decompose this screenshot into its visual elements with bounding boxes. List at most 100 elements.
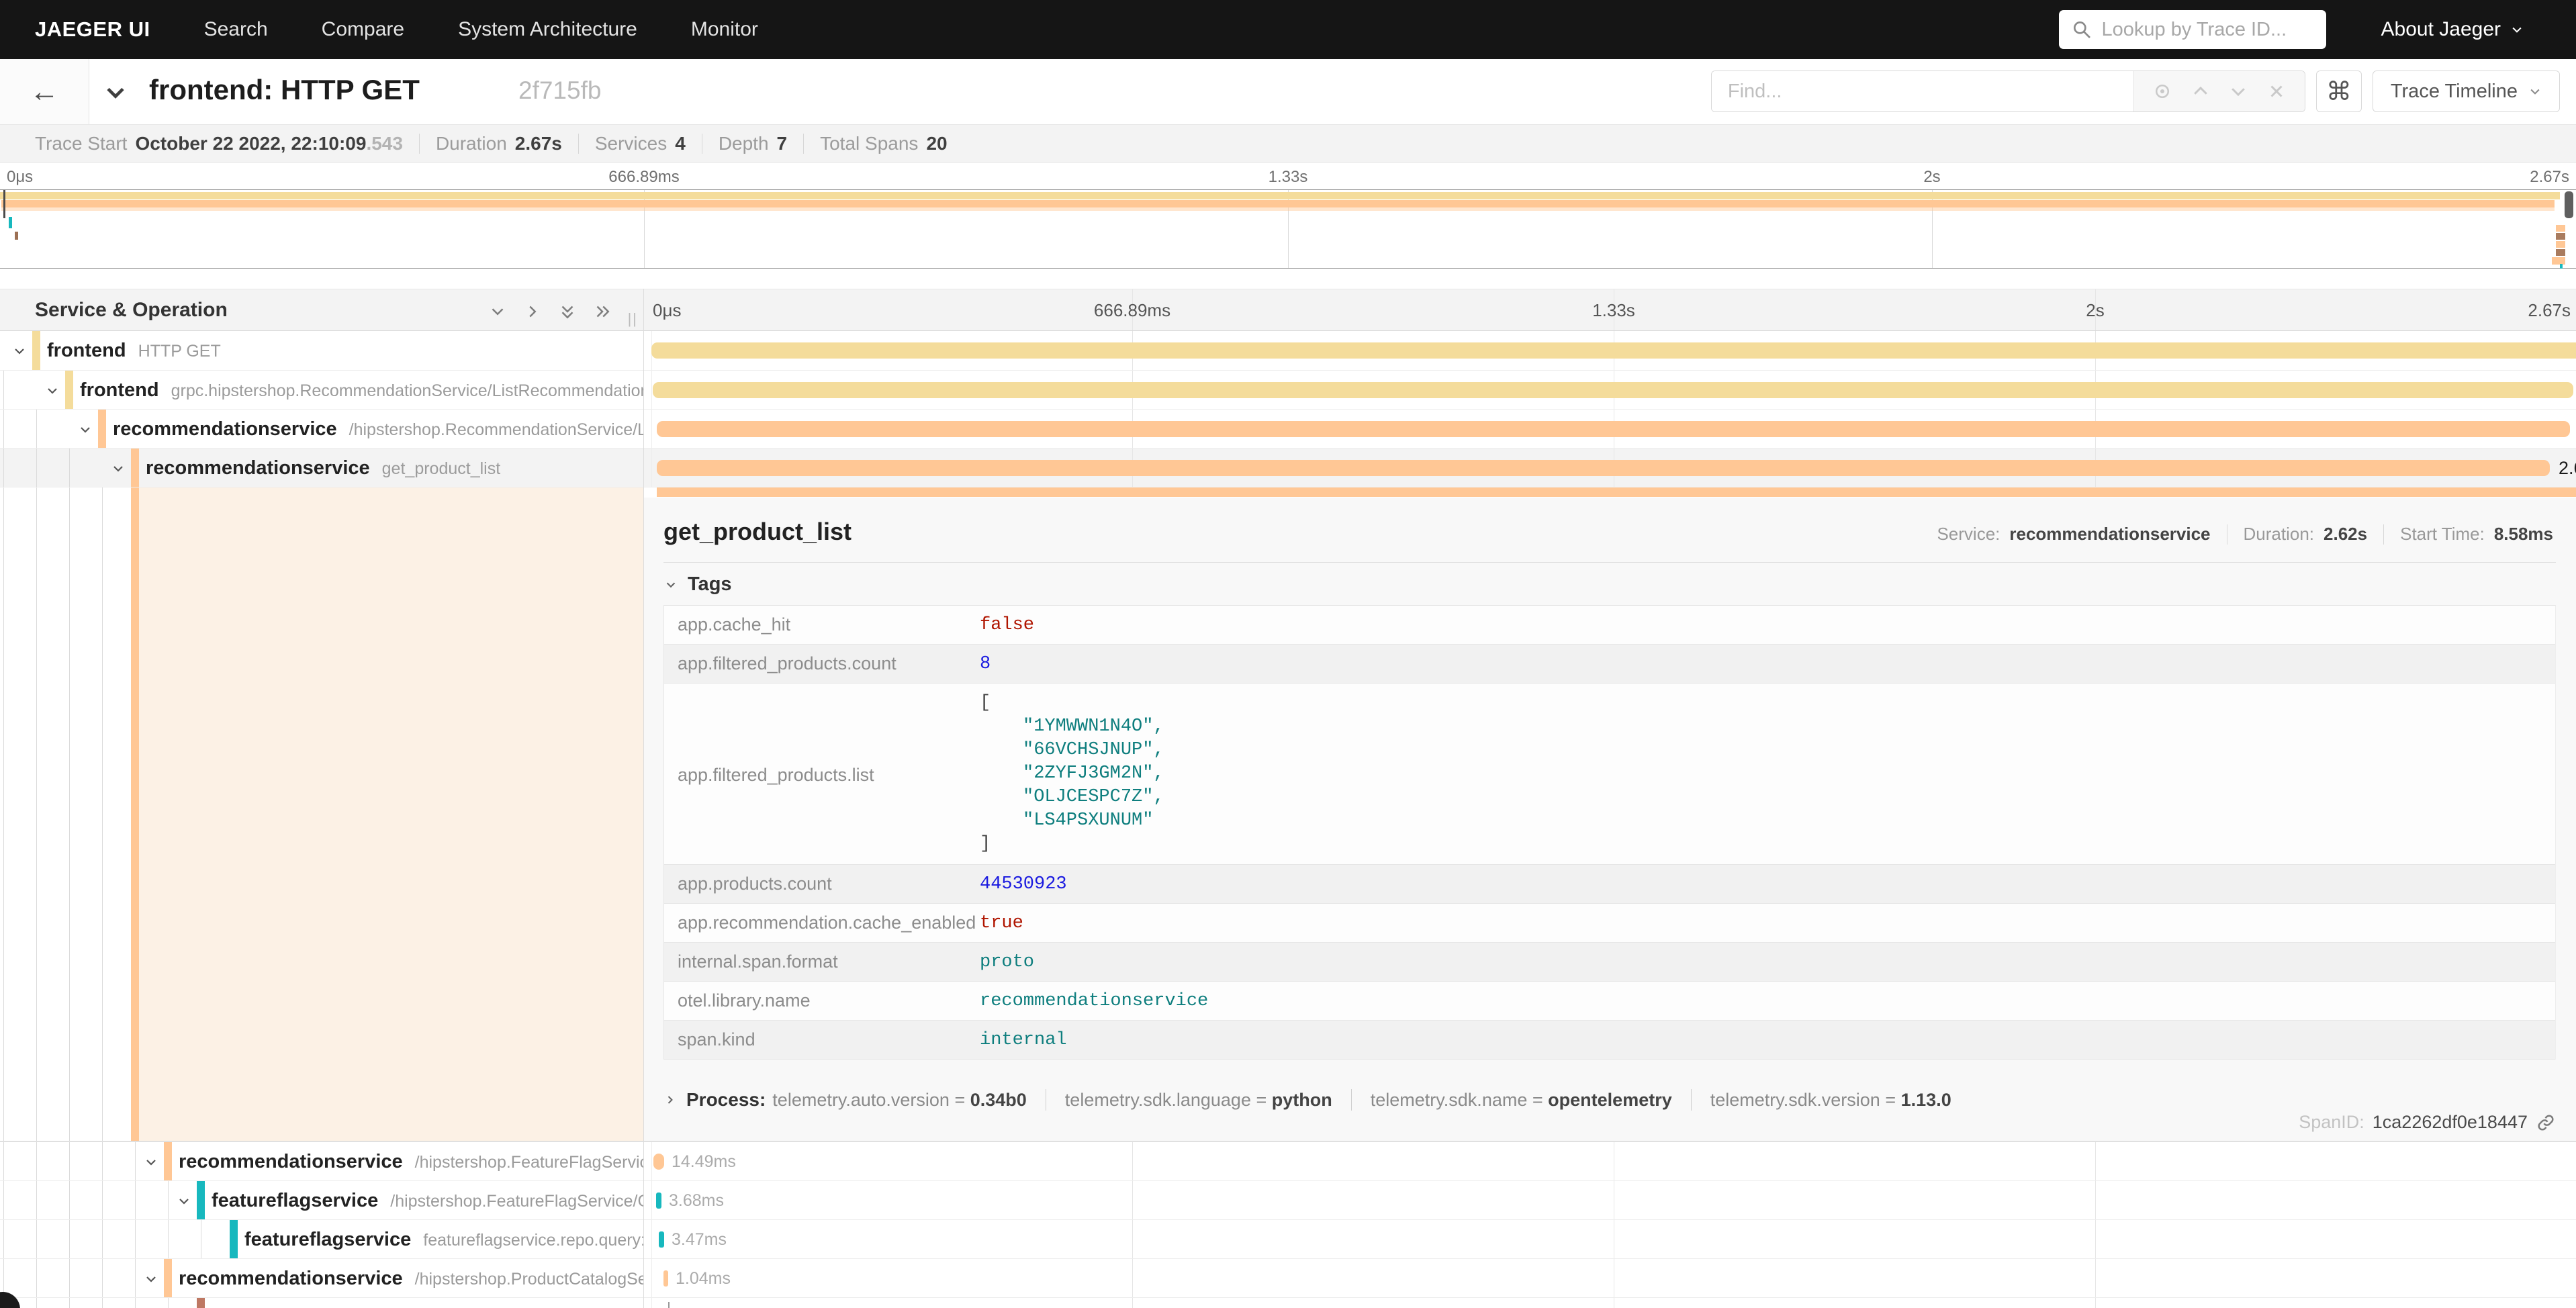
minimap-span-bar [2556, 249, 2565, 256]
nav-item-monitor[interactable]: Monitor [691, 18, 758, 41]
duration-label: Duration: [2244, 524, 2315, 545]
service-value: recommendationservice [2009, 524, 2210, 545]
tag-key: span.kind [664, 1029, 980, 1050]
find-prev-icon[interactable] [2191, 81, 2211, 101]
span-row[interactable]: featureflagservice/hipstershop.FeatureFl… [0, 1180, 2576, 1219]
span-duration-label: 14.49ms [672, 1152, 736, 1172]
duration-value: 2.67s [515, 133, 562, 154]
minimap-span-bar [2560, 264, 2563, 269]
process-entry: telemetry.sdk.name = opentelemetry [1371, 1090, 1672, 1111]
span-detail-left-column [0, 487, 643, 1141]
minimap-span-bar [15, 232, 18, 240]
span-id-value: 1ca2262df0e18447 [2373, 1112, 2528, 1133]
collapse-all-icon[interactable] [557, 301, 578, 322]
trace-minimap[interactable] [0, 189, 2576, 269]
span-color-accent [32, 331, 40, 370]
span-bar[interactable] [663, 1270, 668, 1287]
link-icon[interactable] [2536, 1113, 2556, 1133]
span-bar[interactable] [651, 342, 2576, 359]
span-bar[interactable] [659, 1231, 664, 1248]
tag-value: 44530923 [980, 874, 1067, 894]
minimap-left-scrubber[interactable] [3, 190, 5, 218]
collapse-span-chevron-icon[interactable] [44, 383, 60, 399]
column-resizer-handle[interactable]: || [628, 310, 638, 328]
total-spans-label: Total Spans [820, 133, 918, 154]
nav-item-system-architecture[interactable]: System Architecture [458, 18, 637, 41]
expand-all-icon[interactable] [592, 301, 612, 322]
depth-value: 7 [777, 133, 788, 154]
tag-value-list: [ "1YMWWN1N4O", "66VCHSJNUP", "2ZYFJ3GM2… [980, 692, 1164, 856]
span-color-accent [164, 1259, 172, 1297]
trace-id-lookup [2059, 10, 2326, 49]
span-color-accent [197, 1298, 205, 1308]
collapse-span-chevron-icon[interactable] [143, 1154, 159, 1170]
tag-key: otel.library.name [664, 990, 980, 1011]
expand-one-icon[interactable] [522, 301, 543, 322]
find-next-icon[interactable] [2228, 81, 2248, 101]
minimap-tick: 0μs [7, 168, 33, 187]
tag-row: app.cache_hit false [664, 606, 2555, 645]
total-spans-value: 20 [926, 133, 947, 154]
span-row[interactable]: recommendationservice/hipstershop.Recomm… [0, 409, 2576, 448]
top-nav: JAEGER UI Search Compare System Architec… [0, 0, 2576, 59]
keyboard-shortcuts-button[interactable]: ⌘ [2316, 71, 2362, 112]
span-detail-row: get_product_list Service:recommendations… [0, 487, 2576, 1141]
collapse-span-chevron-icon[interactable] [110, 461, 126, 477]
process-label: Process: [686, 1089, 766, 1111]
minimap-span-bar [1, 207, 2555, 211]
span-duration-label: 2.62s [2559, 458, 2576, 479]
tag-row: app.recommendation.cache_enabled true [664, 904, 2555, 943]
nav-item-compare[interactable]: Compare [322, 18, 404, 41]
find-input[interactable] [1712, 71, 2133, 111]
collapse-span-chevron-icon[interactable] [176, 1193, 192, 1209]
clear-find-icon[interactable] [2266, 81, 2287, 101]
tag-row: app.products.count 44530923 [664, 865, 2555, 904]
duration-label: Duration [436, 133, 507, 154]
tag-key: app.recommendation.cache_enabled [664, 913, 980, 933]
trace-header: ← frontend: HTTP GET 2f715fb [0, 59, 2576, 125]
timeline-tick: 2s [2086, 300, 2104, 321]
tags-section-toggle[interactable]: Tags [663, 573, 2556, 596]
collapse-span-chevron-icon[interactable] [143, 1271, 159, 1287]
span-bar[interactable] [653, 382, 2573, 398]
minimap-span-bar [1, 200, 2555, 207]
tag-row: otel.library.name recommendationservice [664, 982, 2555, 1021]
span-row[interactable]: featureflagservicefeatureflagservice.rep… [0, 1219, 2576, 1258]
span-bar[interactable] [657, 460, 2550, 476]
chevron-down-icon [663, 577, 678, 592]
collapse-span-chevron-icon[interactable] [77, 422, 93, 438]
process-entry: telemetry.sdk.language = python [1065, 1090, 1332, 1111]
span-row-partial[interactable] [0, 1297, 2576, 1308]
process-section[interactable]: Process: telemetry.auto.version = 0.34b0… [663, 1089, 2556, 1111]
span-bar[interactable] [657, 421, 2570, 437]
about-jaeger-menu[interactable]: About Jaeger [2381, 18, 2524, 41]
services-value: 4 [675, 133, 686, 154]
span-row[interactable]: recommendationservice/hipstershop.Produc… [0, 1258, 2576, 1297]
collapse-one-icon[interactable] [488, 301, 508, 322]
span-color-accent [98, 410, 106, 448]
span-row[interactable]: frontendgrpc.hipstershop.RecommendationS… [0, 370, 2576, 409]
locate-icon[interactable] [2152, 81, 2172, 101]
services-label: Services [595, 133, 667, 154]
trace-timeline-main: Service & Operation || 0μs 666.89ms 1.33… [0, 289, 2576, 1308]
span-bar[interactable] [653, 1154, 664, 1170]
nav-item-search[interactable]: Search [204, 18, 268, 41]
trace-view-selector[interactable]: Trace Timeline [2373, 71, 2560, 112]
service-label: Service: [1937, 524, 2000, 545]
minimap-tick: 666.89ms [608, 168, 679, 187]
back-button[interactable]: ← [0, 59, 89, 124]
span-row[interactable]: frontendHTTP GET [0, 331, 2576, 370]
trace-id-lookup-input[interactable] [2102, 19, 2314, 41]
brand-logo[interactable]: JAEGER UI [35, 17, 150, 42]
timeline-tick: 666.89ms [1094, 300, 1170, 321]
span-bar[interactable] [656, 1193, 661, 1209]
chevron-right-icon [663, 1093, 677, 1107]
collapse-trace-chevron-icon[interactable] [101, 78, 130, 107]
span-color-accent [230, 1220, 238, 1258]
chevron-down-icon [2510, 23, 2524, 36]
minimap-right-scrubber[interactable] [2565, 191, 2573, 218]
span-row[interactable]: recommendationservice/hipstershop.Featur… [0, 1141, 2576, 1180]
span-row-selected[interactable]: recommendationserviceget_product_list 2.… [0, 448, 2576, 487]
collapse-span-chevron-icon[interactable] [11, 343, 28, 359]
pane-splitter[interactable] [643, 289, 644, 1308]
